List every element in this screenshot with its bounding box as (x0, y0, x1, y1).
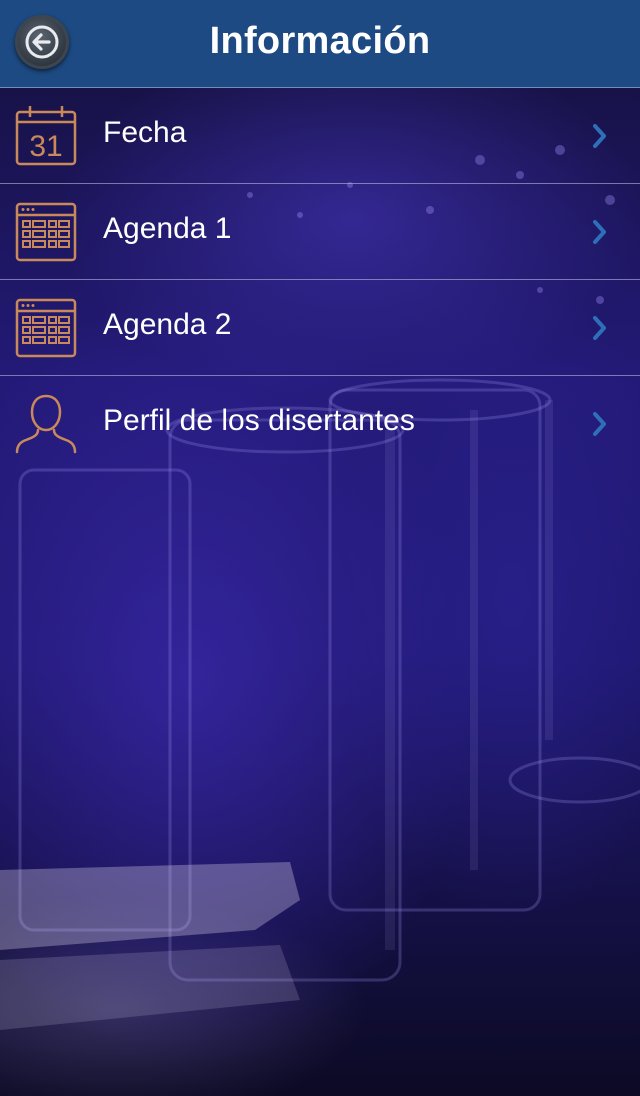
menu-item-label: Agenda 1 (103, 212, 232, 245)
chevron-right-icon (593, 220, 606, 244)
menu-item-label: Agenda 2 (103, 308, 232, 341)
menu-item-agenda-1[interactable]: Agenda 1 (0, 184, 640, 280)
agenda-calendar-icon (15, 298, 77, 358)
svg-text:31: 31 (29, 130, 62, 163)
menu-item-label: Perfil de los disertantes (103, 404, 415, 437)
nav-header: Información (0, 0, 640, 88)
chevron-right-icon (593, 316, 606, 340)
menu-list: 31 Fecha Agenda 1 Agenda 2 Perfil de los… (0, 88, 640, 472)
menu-item-perfil-disertantes[interactable]: Perfil de los disertantes (0, 376, 640, 472)
chevron-right-icon (593, 124, 606, 148)
chevron-right-icon (593, 412, 606, 436)
menu-item-fecha[interactable]: 31 Fecha (0, 88, 640, 184)
agenda-calendar-icon (15, 202, 77, 262)
app-screen: Información 31 Fecha Agenda 1 Agenda 2 P… (0, 0, 640, 1096)
calendar-date-icon: 31 (15, 106, 77, 166)
menu-item-label: Fecha (103, 116, 187, 149)
person-icon (15, 394, 77, 454)
page-title: Información (209, 20, 431, 62)
menu-item-agenda-2[interactable]: Agenda 2 (0, 280, 640, 376)
